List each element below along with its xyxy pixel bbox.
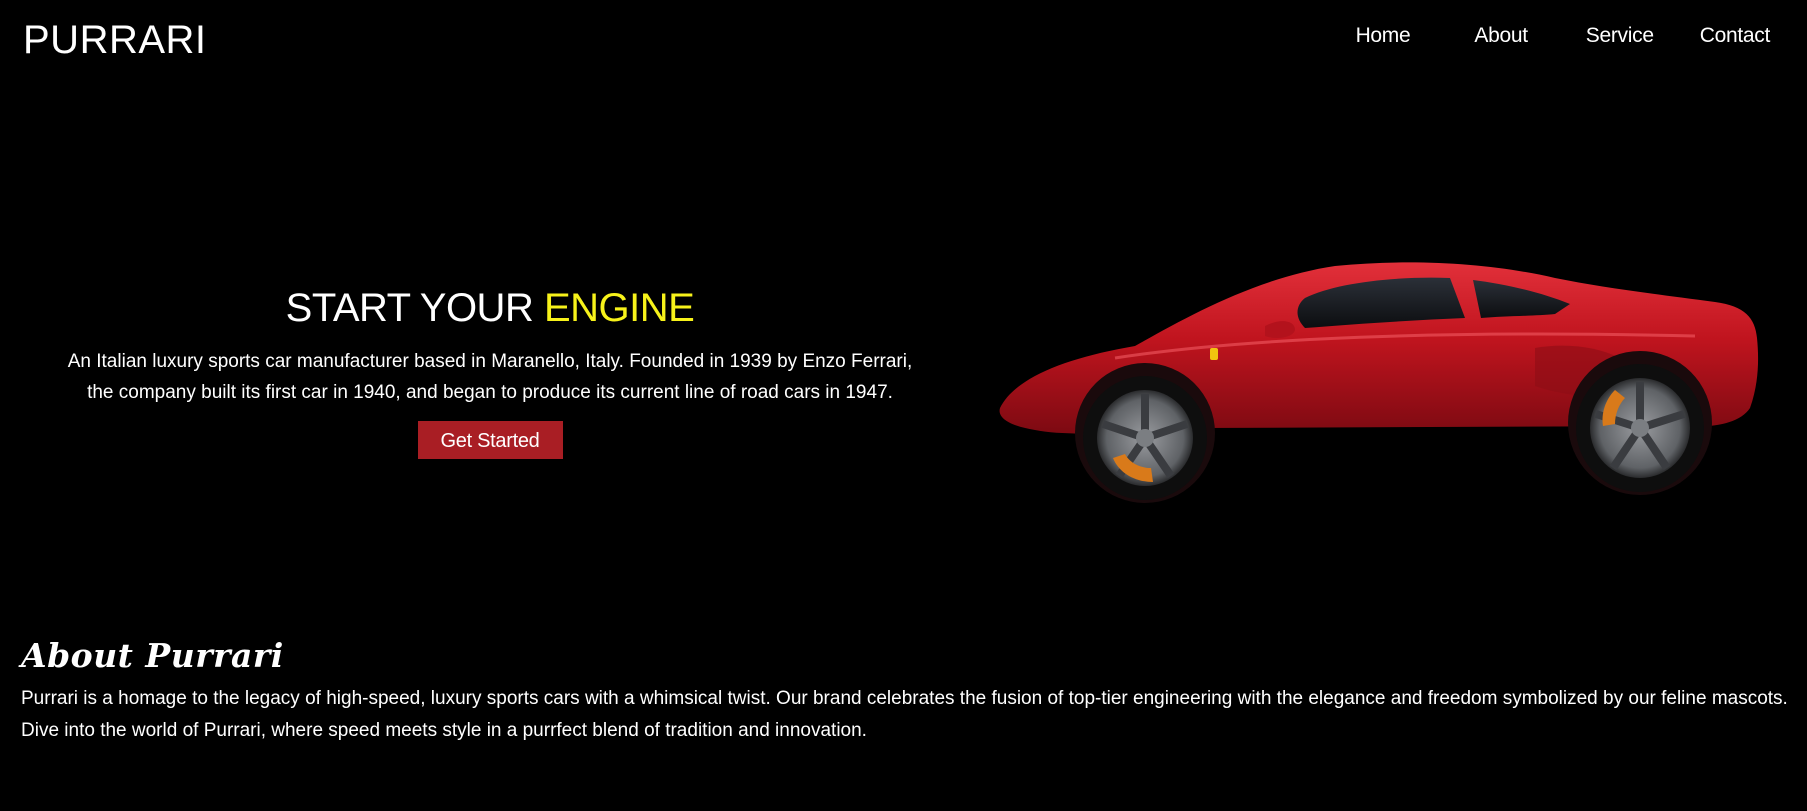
about-title: About Purrari xyxy=(21,636,284,675)
nav-service[interactable]: Service xyxy=(1586,24,1654,48)
hero-title-main: START YOUR xyxy=(285,286,544,330)
brand-logo[interactable]: PURRARI xyxy=(23,18,207,63)
about-text: Purrari is a homage to the legacy of hig… xyxy=(21,688,1788,741)
hero-section: START YOUR ENGINE An Italian luxury spor… xyxy=(60,278,920,459)
main-nav: Home About Service Contact xyxy=(1356,24,1771,48)
hero-description: An Italian luxury sports car manufacture… xyxy=(67,351,913,403)
nav-about[interactable]: About xyxy=(1474,24,1528,48)
hero-title-accent: ENGINE xyxy=(543,286,695,330)
red-sports-car-image xyxy=(999,262,1759,503)
page: PURRARI Home About Service Contact START… xyxy=(0,0,1807,811)
get-started-button[interactable]: Get Started xyxy=(417,421,563,459)
nav-contact[interactable]: Contact xyxy=(1700,24,1771,48)
hero-title: START YOUR ENGINE xyxy=(60,278,920,338)
nav-home[interactable]: Home xyxy=(1356,24,1411,48)
